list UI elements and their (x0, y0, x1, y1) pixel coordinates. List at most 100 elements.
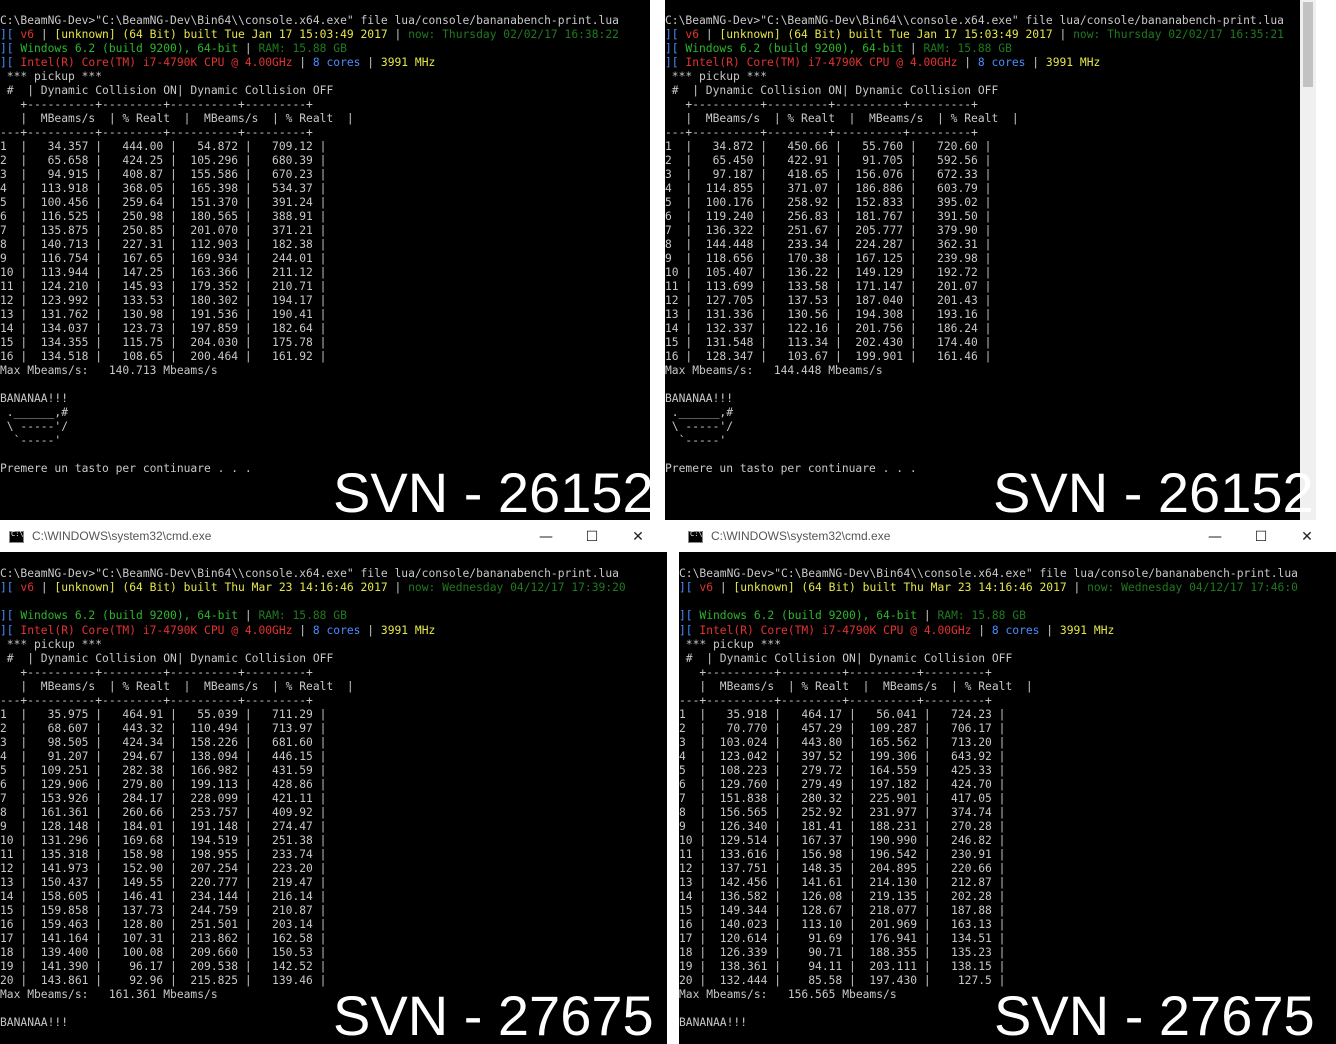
cpu-info-line: ][ Intel(R) Core(TM) i7-4790K CPU @ 4.00… (679, 624, 1115, 637)
window-titlebar[interactable]: C:\WINDOWS\system32\cmd.exe — ☐ ✕ (0, 522, 667, 552)
table-row: 8 | 161.361 | 260.66 | 253.757 | 409.92 … (0, 806, 327, 819)
table-row: 13 | 142.456 | 141.61 | 214.130 | 212.87… (679, 876, 1006, 889)
table-row: 9 | 128.148 | 184.01 | 191.148 | 274.47 … (0, 820, 327, 833)
console-tail-line: BANANAA!!! (0, 392, 69, 405)
table-rule: ---+----------+---------+----------+----… (0, 694, 313, 707)
table-row: 14 | 132.337 | 122.16 | 201.756 | 186.24… (665, 322, 992, 335)
version-tag: v6 (20, 581, 35, 594)
window-title: C:\WINDOWS\system32\cmd.exe (711, 529, 891, 543)
cpu-string: Intel(R) Core(TM) i7-4790K CPU @ 4.00GHz (20, 624, 293, 637)
table-row: 12 | 141.973 | 152.90 | 207.254 | 223.20… (0, 862, 327, 875)
table-row: 8 | 144.448 | 233.34 | 224.287 | 362.31 … (665, 238, 992, 251)
table-row: 16 | 128.347 | 103.67 | 199.901 | 161.46… (665, 350, 992, 363)
table-rule: +----------+---------+----------+-------… (0, 98, 313, 111)
table-row: 14 | 158.605 | 146.41 | 234.144 | 216.14… (0, 890, 327, 903)
table-row: 3 | 103.024 | 443.80 | 165.562 | 713.20 … (679, 736, 1006, 749)
table-row: 11 | 124.210 | 145.93 | 179.352 | 210.71… (0, 280, 327, 293)
ram-string: RAM: 15.88 GB (923, 42, 1012, 55)
table-row: 15 | 159.858 | 137.73 | 244.759 | 210.87… (0, 904, 327, 917)
svn-revision-label: SVN - 27675 (994, 984, 1315, 1044)
vertical-scrollbar[interactable] (1300, 0, 1316, 520)
table-row: 19 | 138.361 | 94.11 | 203.111 | 138.15 … (679, 960, 1006, 973)
table-row: 5 | 109.251 | 282.38 | 166.982 | 431.59 … (0, 764, 327, 777)
table-row: 2 | 65.658 | 424.25 | 105.296 | 680.39 | (0, 154, 327, 167)
table-row: 10 | 113.944 | 147.25 | 163.366 | 211.12… (0, 266, 327, 279)
command-line: C:\BeamNG-Dev>"C:\BeamNG-Dev\Bin64\\cons… (665, 14, 1284, 27)
table-row: 1 | 34.357 | 444.00 | 54.872 | 709.12 | (0, 140, 327, 153)
close-button[interactable]: ✕ (623, 525, 653, 549)
console-tail-line: \ -----'/ (665, 420, 734, 433)
scrollbar-thumb[interactable] (1303, 2, 1313, 87)
table-row: 6 | 129.760 | 279.49 | 197.182 | 424.70 … (679, 778, 1006, 791)
table-rule: ---+----------+---------+----------+----… (665, 126, 978, 139)
table-row: 5 | 100.456 | 259.64 | 151.370 | 391.24 … (0, 196, 327, 209)
console-tail-line: `-----' (0, 434, 62, 447)
table-row: 1 | 35.918 | 464.17 | 56.041 | 724.23 | (679, 708, 1006, 721)
section-title: *** pickup *** (665, 70, 768, 83)
command-line: C:\BeamNG-Dev>"C:\BeamNG-Dev\Bin64\\cons… (679, 567, 1298, 580)
mhz-string: 3991 MHz (1045, 56, 1101, 69)
cpu-string: Intel(R) Core(TM) i7-4790K CPU @ 4.00GHz (699, 624, 972, 637)
bracket: ][ (665, 56, 686, 69)
table-row: 3 | 97.187 | 418.65 | 156.076 | 672.33 | (665, 168, 992, 181)
table-row: 12 | 137.751 | 148.35 | 204.895 | 220.66… (679, 862, 1006, 875)
os-string: Windows 6.2 (build 9200), 64-bit (20, 42, 239, 55)
close-button[interactable]: ✕ (1292, 525, 1322, 549)
cpu-string: Intel(R) Core(TM) i7-4790K CPU @ 4.00GHz (20, 56, 293, 69)
cores-string: 8 cores (312, 624, 361, 637)
table-row: 8 | 140.713 | 227.31 | 112.903 | 182.38 … (0, 238, 327, 251)
console-pane-2: C:\BeamNG-Dev>"C:\BeamNG-Dev\Bin64\\cons… (665, 0, 1316, 520)
table-header-1: # | Dynamic Collision ON| Dynamic Collis… (0, 652, 334, 665)
table-header-1: # | Dynamic Collision ON| Dynamic Collis… (0, 84, 334, 97)
table-rule: +----------+---------+----------+-------… (679, 666, 992, 679)
bracket: ][ (0, 624, 21, 637)
bracket: ][ (0, 609, 21, 622)
window-title: C:\WINDOWS\system32\cmd.exe (32, 529, 212, 543)
now-timestamp: now: Thursday 02/02/17 16:38:22 (408, 28, 619, 41)
build-string: [unknown] (64 Bit) built Thu Mar 23 14:1… (54, 581, 388, 594)
build-info-line: ][ v6 | [unknown] (64 Bit) built Tue Jan… (665, 28, 1284, 41)
console-tail-line: `-----' (665, 434, 727, 447)
table-row: 19 | 141.390 | 96.17 | 209.538 | 142.52 … (0, 960, 327, 973)
maximize-button[interactable]: ☐ (1246, 525, 1276, 549)
svn-revision-label: SVN - 26152 (333, 461, 650, 521)
minimize-button[interactable]: — (1200, 525, 1230, 549)
table-row: 2 | 68.607 | 443.32 | 110.494 | 713.97 | (0, 722, 327, 735)
table-rule: +----------+---------+----------+-------… (665, 98, 978, 111)
table-row: 11 | 135.318 | 158.98 | 198.955 | 233.74… (0, 848, 327, 861)
bracket: ][ (679, 624, 700, 637)
cores-string: 8 cores (991, 624, 1040, 637)
os-info-line: ][ Windows 6.2 (build 9200), 64-bit | RA… (665, 42, 1012, 55)
max-mbeams-line: Max Mbeams/s: 161.361 Mbeams/s (0, 988, 218, 1001)
bracket: ][ (0, 42, 21, 55)
table-rule: ---+----------+---------+----------+----… (0, 126, 313, 139)
max-mbeams-line: Max Mbeams/s: 156.565 Mbeams/s (679, 988, 897, 1001)
console-tail-line: \ -----'/ (0, 420, 69, 433)
table-row: 18 | 126.339 | 90.71 | 188.355 | 135.23 … (679, 946, 1006, 959)
console-tail-line: Premere un tasto per continuare . . . (0, 462, 252, 475)
bracket: ][ (0, 28, 21, 41)
table-rule: +----------+---------+----------+-------… (0, 666, 313, 679)
table-row: 6 | 119.240 | 256.83 | 181.767 | 391.50 … (665, 210, 992, 223)
command-line: C:\BeamNG-Dev>"C:\BeamNG-Dev\Bin64\\cons… (0, 14, 619, 27)
console-tail-line: Premere un tasto per continuare . . . (665, 462, 917, 475)
table-header-2: | MBeams/s | % Realt | MBeams/s | % Real… (0, 112, 354, 125)
window-titlebar[interactable]: C:\WINDOWS\system32\cmd.exe — ☐ ✕ (679, 522, 1336, 552)
cpu-info-line: ][ Intel(R) Core(TM) i7-4790K CPU @ 4.00… (0, 56, 436, 69)
table-row: 20 | 132.444 | 85.58 | 197.430 | 127.5 | (679, 974, 1006, 987)
console-pane-4: C:\WINDOWS\system32\cmd.exe — ☐ ✕ C:\BeamNG-… (679, 522, 1336, 1044)
table-row: 7 | 136.322 | 251.67 | 205.777 | 379.90 … (665, 224, 992, 237)
os-info-line: ][ Windows 6.2 (build 9200), 64-bit | RA… (0, 42, 347, 55)
table-row: 9 | 118.656 | 170.38 | 167.125 | 239.98 … (665, 252, 992, 265)
table-header-1: # | Dynamic Collision ON| Dynamic Collis… (679, 652, 1013, 665)
maximize-button[interactable]: ☐ (577, 525, 607, 549)
build-string: [unknown] (64 Bit) built Thu Mar 23 14:1… (733, 581, 1067, 594)
minimize-button[interactable]: — (531, 525, 561, 549)
table-row: 16 | 134.518 | 108.65 | 200.464 | 161.92… (0, 350, 327, 363)
table-row: 4 | 91.207 | 294.67 | 138.094 | 446.15 | (0, 750, 327, 763)
bracket: ][ (665, 42, 686, 55)
table-row: 12 | 127.705 | 137.53 | 187.040 | 201.43… (665, 294, 992, 307)
table-header-2: | MBeams/s | % Realt | MBeams/s | % Real… (665, 112, 1019, 125)
svn-revision-label: SVN - 27675 (333, 984, 654, 1044)
cpu-string: Intel(R) Core(TM) i7-4790K CPU @ 4.00GHz (685, 56, 958, 69)
